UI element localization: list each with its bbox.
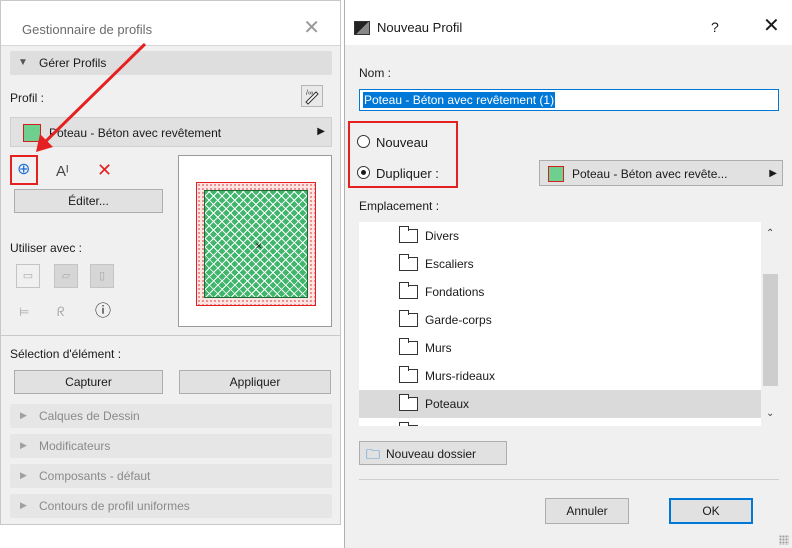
layers-section[interactable]: ▶ Calques de Dessin (10, 404, 332, 428)
dialog-title: Nouveau Profil (377, 20, 463, 35)
folder-icon (399, 366, 418, 383)
column-use-icon[interactable]: ▯ (90, 264, 114, 288)
folder-icon (399, 282, 418, 299)
radio-new[interactable] (357, 135, 370, 148)
folder-label: Fondations (425, 285, 485, 299)
ok-button[interactable]: OK (669, 498, 753, 524)
help-icon[interactable]: ? (711, 19, 719, 35)
folder-label: Murs (425, 341, 452, 355)
folder-label: Garde-corps (425, 313, 492, 327)
radio-duplicate[interactable] (357, 166, 370, 179)
new-folder-label: Nouveau dossier (386, 447, 477, 461)
profile-settings-icon[interactable]: /∞ (301, 85, 323, 107)
chevron-down-icon[interactable]: ⌄ (766, 408, 774, 419)
list-item[interactable]: Divers (359, 222, 761, 250)
folder-list-scrollbar[interactable]: ⌃ ⌄ (761, 222, 780, 426)
folder-label: Divers (425, 229, 460, 243)
element-selection-label: Sélection d'élément : (10, 347, 122, 361)
list-item-selected[interactable]: Poteaux (359, 390, 761, 418)
chevron-up-icon[interactable]: ⌃ (766, 228, 774, 239)
list-item[interactable]: Garde-corps (359, 306, 761, 334)
folder-icon (399, 254, 418, 271)
annotation-arrow (36, 42, 147, 152)
components-section-label: Composants - défaut (39, 469, 151, 483)
modifiers-section-label: Modificateurs (39, 439, 111, 453)
collapsed-triangle-icon: ▶ (20, 500, 27, 510)
dialog-titlebar: Nouveau Profil ? ✕ (345, 0, 792, 45)
origin-marker-icon: ✕ (255, 241, 263, 251)
collapsed-triangle-icon: ▶ (20, 470, 27, 480)
folder-icon (399, 422, 418, 426)
duplicate-source-name: Poteau - Béton avec revête... (572, 167, 728, 181)
beam-use-icon[interactable]: ▱ (54, 264, 78, 288)
capture-button[interactable]: Capturer (14, 370, 163, 394)
new-folder-icon: 🗀 (366, 446, 380, 462)
resize-grip-icon[interactable] (779, 535, 789, 545)
profile-preview: ✕ (178, 155, 332, 327)
cancel-button[interactable]: Annuler (545, 498, 629, 524)
section-divider (1, 335, 340, 336)
app-icon (354, 21, 370, 35)
railing-use-icon[interactable]: ⊨ (19, 306, 29, 318)
collapsed-triangle-icon: ▶ (20, 440, 27, 450)
scrollbar-thumb[interactable] (763, 274, 778, 386)
contours-section[interactable]: ▶ Contours de profil uniformes (10, 494, 332, 518)
apply-button[interactable]: Appliquer (179, 370, 331, 394)
opening-use-icon[interactable]: ᖇ (57, 305, 65, 318)
chevron-right-icon: ▶ (317, 126, 325, 137)
folder-label: Poteaux (425, 397, 470, 411)
folder-icon (399, 394, 418, 411)
layers-section-label: Calques de Dessin (39, 409, 140, 423)
folder-label: Murs-rideaux (425, 369, 496, 383)
list-item[interactable]: Fondations (359, 278, 761, 306)
folder-icon (399, 338, 418, 355)
new-profile-dialog: Nouveau Profil ? ✕ Nom : Poteau - Béton … (344, 0, 792, 548)
use-with-label: Utiliser avec : (10, 241, 83, 255)
new-folder-button[interactable]: 🗀 Nouveau dossier (359, 441, 507, 465)
components-section[interactable]: ▶ Composants - défaut (10, 464, 332, 488)
concrete-hatch: ✕ (204, 190, 308, 298)
list-item[interactable] (359, 418, 761, 426)
list-item[interactable]: Escaliers (359, 250, 761, 278)
profile-swatch-icon (548, 166, 564, 182)
dialog-separator (359, 479, 779, 480)
folder-list: Divers Escaliers Fondations Garde-corps … (359, 222, 780, 426)
radio-duplicate-label: Dupliquer : (376, 166, 439, 181)
name-label: Nom : (359, 66, 392, 80)
close-icon[interactable]: ✕ (763, 16, 780, 36)
radio-new-label: Nouveau (376, 135, 429, 150)
folder-icon (399, 310, 418, 327)
close-icon[interactable]: ✕ (303, 18, 320, 38)
duplicate-source-select[interactable]: Poteau - Béton avec revête... ▶ (539, 160, 783, 186)
name-field-value: Poteau - Béton avec revêtement (1) (363, 92, 556, 108)
contours-section-label: Contours de profil uniformes (39, 499, 190, 513)
folder-icon (399, 226, 418, 243)
list-item[interactable]: Murs-rideaux (359, 362, 761, 390)
folder-label: Escaliers (425, 257, 474, 271)
chevron-right-icon: ▶ (769, 168, 777, 179)
list-item[interactable]: Murs (359, 334, 761, 362)
info-icon[interactable]: ⓘ (95, 304, 111, 320)
name-field[interactable]: Poteau - Béton avec revêtement (1) (359, 89, 779, 111)
cladding-hatch: ✕ (196, 182, 316, 306)
wall-use-icon[interactable]: ▭ (16, 264, 40, 288)
modifiers-section[interactable]: ▶ Modificateurs (10, 434, 332, 458)
collapsed-triangle-icon: ▶ (20, 410, 27, 420)
location-label: Emplacement : (359, 199, 440, 213)
